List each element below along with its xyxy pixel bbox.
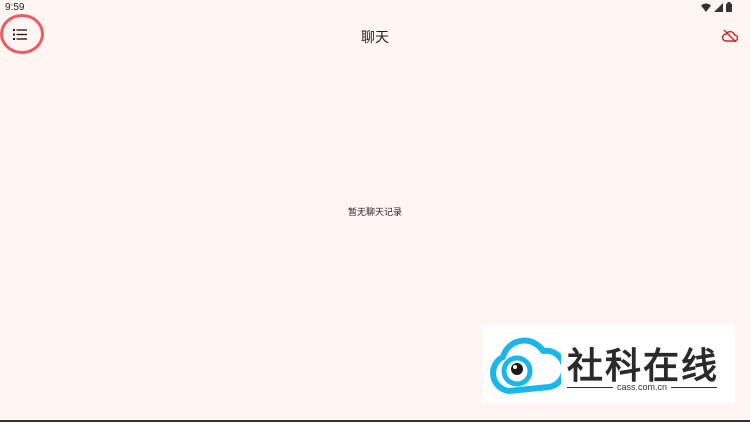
logo-domain-row: cass.com.cn [567,382,718,392]
page-title: 聊天 [361,30,389,46]
watermark-logo: 社科在线 cass.com.cn [483,325,735,403]
logo-divider-right [671,386,718,388]
status-icons [701,2,732,12]
status-bar: 9:59 [0,0,750,16]
logo-divider-left [567,386,613,388]
logo-cloud-icon [490,337,561,394]
app-bar: 聊天 [0,14,750,58]
logo-domain: cass.com.cn [617,382,668,392]
empty-chat-message: 暂无聊天记录 [347,208,402,218]
signal-icon [714,2,723,12]
wifi-icon [701,3,711,12]
battery-icon [726,2,732,12]
status-time: 9:59 [5,2,25,13]
cloud-off-icon [721,29,739,43]
cloud-sync-button[interactable] [721,28,740,46]
chat-screen: 9:59 聊天 暂无聊天记录 社科在线 cass.com.cn [0,0,750,422]
